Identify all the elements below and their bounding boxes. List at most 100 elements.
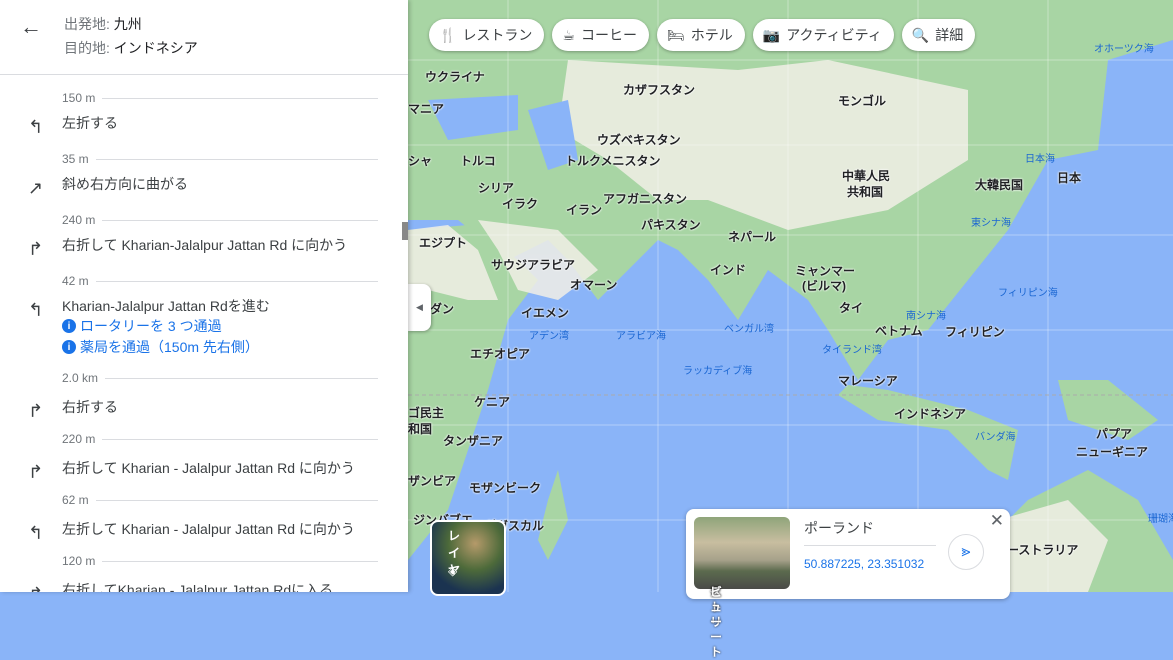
step-distance: 120 m [62, 554, 378, 568]
country-label[interactable]: トルクメニスタン [565, 152, 661, 169]
country-label[interactable]: ニューギニア [1076, 443, 1148, 460]
scrollbar-thumb[interactable] [402, 222, 408, 240]
coffee-icon: ☕ [562, 26, 575, 43]
country-label[interactable]: オマーン [570, 276, 617, 293]
country-label[interactable]: タンザニア [443, 432, 503, 449]
origin-row: 出発地: 九州 [64, 16, 142, 32]
country-label[interactable]: パキスタン [641, 216, 701, 233]
country-label[interactable]: マレーシア [838, 372, 898, 389]
step-instruction[interactable]: 左折して Kharian - Jalalpur Jattan Rd に向かう [62, 519, 355, 539]
chip-label: アクティビティ [786, 27, 882, 43]
directions-header: ← 出発地: 九州 目的地: インドネシア [0, 0, 408, 75]
step-instruction[interactable]: 右折して Kharian - Jalalpur Jattan Rd に向かう [62, 458, 355, 478]
share-icon: ⪢ [961, 543, 971, 560]
info-icon: i [62, 340, 76, 354]
layers-label: レイヤ [448, 529, 461, 577]
turn-left-icon: ↰ [28, 300, 44, 320]
chip-label: 詳細 [935, 27, 964, 43]
divider [804, 545, 936, 546]
country-label[interactable]: アフガニスタン [603, 190, 687, 207]
collapse-panel-button[interactable]: ◀ [408, 284, 431, 331]
country-label[interactable]: モンゴル [838, 92, 886, 109]
map-canvas[interactable]: ウクライナマニア カザフスタンモンゴルウズベキスタントルクメニスタン トルコ シャシリ… [408, 0, 1173, 592]
country-label[interactable]: インド [710, 261, 746, 278]
chip-coffee[interactable]: ☕ コーヒー [552, 19, 649, 51]
sea-label: ラッカディブ海 [683, 366, 753, 377]
country-label[interactable]: 和国 [408, 420, 432, 437]
sea-label: 日本海 [1025, 154, 1055, 165]
step-instruction[interactable]: 左折する [62, 113, 118, 133]
chip-restaurant[interactable]: 🍴 レストラン [429, 19, 545, 51]
country-label[interactable]: カザフスタン [623, 81, 695, 98]
country-label[interactable]: モザンビーク [469, 479, 541, 496]
country-label[interactable]: トルコ [460, 152, 496, 169]
origin-value[interactable]: 九州 [114, 16, 142, 32]
step-instruction[interactable]: 斜め右方向に曲がる [62, 174, 188, 194]
country-label[interactable]: エジプト [419, 234, 467, 251]
country-label[interactable]: マニア [408, 100, 444, 117]
back-arrow-icon[interactable]: ← [20, 14, 42, 40]
chevron-left-icon: ◀ [416, 302, 423, 312]
search-icon: 🔍 [911, 26, 930, 43]
step-distance: 240 m [62, 213, 378, 227]
step-note[interactable]: i ロータリーを 3 つ通過 [62, 316, 222, 336]
location-title: ポーランド [804, 520, 874, 536]
sea-label: 珊瑚海 [1148, 514, 1173, 525]
share-button[interactable]: ⪢ [948, 534, 984, 570]
step-instruction[interactable]: Kharian-Jalalpur Jattan Rdを進む [62, 296, 270, 316]
chip-hotel[interactable]: 🛏 ホテル [657, 19, 745, 51]
chip-label: ホテル [690, 27, 733, 43]
country-label[interactable]: タイ [839, 299, 863, 316]
country-label[interactable]: ウズベキスタン [597, 131, 681, 148]
chip-camera[interactable]: 📷 アクティビティ [752, 19, 894, 51]
country-label[interactable]: サウジアラビア [491, 256, 575, 273]
country-label[interactable]: ウクライナ [425, 68, 485, 85]
sea-label: フィリピン海 [998, 288, 1058, 299]
street-view-thumbnail[interactable]: ↶ ストリート ビュー [694, 517, 790, 659]
country-label[interactable]: イラク [502, 195, 538, 212]
hotel-icon: 🛏 [667, 26, 685, 43]
close-icon[interactable]: ✕ [990, 511, 1004, 531]
country-label[interactable]: 大韓民国 [975, 176, 1023, 193]
country-label[interactable]: 日本 [1057, 169, 1081, 186]
coordinates-link[interactable]: 50.887225, 23.351032 [804, 557, 924, 571]
chip-search[interactable]: 🔍 詳細 [901, 19, 976, 51]
turn-right-icon: ↱ [28, 401, 44, 421]
step-note[interactable]: i 薬局を通過（150m 先右側） [62, 337, 259, 357]
turn-right-icon: ↱ [28, 462, 44, 482]
chip-label: レストラン [462, 27, 533, 43]
step-distance: 42 m [62, 274, 378, 288]
info-icon: i [62, 319, 76, 333]
map-land [408, 0, 1173, 592]
step-note-text: 薬局を通過（150m 先右側） [80, 339, 259, 355]
country-label[interactable]: フィリピン [945, 323, 1005, 340]
country-label[interactable]: イエメン [521, 304, 569, 321]
step-distance: 220 m [62, 432, 378, 446]
country-label[interactable]: ネパール [728, 228, 776, 245]
sea-label: ベンガル湾 [724, 324, 774, 335]
destination-row: 目的地: インドネシア [64, 40, 198, 56]
country-label[interactable]: ゴ民主 [408, 404, 444, 421]
country-label[interactable]: エチオピア [470, 345, 530, 362]
country-label[interactable]: 共和国 [847, 183, 883, 200]
country-label[interactable]: インドネシア [894, 405, 966, 422]
country-label[interactable]: ーストラリア [1007, 541, 1078, 558]
step-distance: 62 m [62, 493, 378, 507]
step-instruction[interactable]: 右折する [62, 397, 118, 417]
step-instruction[interactable]: 右折して Kharian-Jalalpur Jattan Rd に向かう [62, 235, 347, 255]
country-label[interactable]: ケニア [474, 393, 510, 410]
country-label[interactable]: シリア [478, 179, 514, 196]
country-label[interactable]: パプア [1096, 425, 1132, 442]
destination-value[interactable]: インドネシア [114, 40, 198, 56]
country-label[interactable]: ザンビア [408, 472, 456, 489]
country-label[interactable]: ベトナム [875, 322, 923, 339]
step-instruction[interactable]: 右折してKharian - Jalalpur Jattan Rdに入る [62, 580, 333, 592]
country-label[interactable]: イラン [566, 201, 602, 218]
sea-label: タイランド湾 [822, 345, 882, 356]
country-label[interactable]: シャ [408, 152, 432, 169]
turn-right-icon: ↱ [28, 584, 43, 592]
country-label[interactable]: (ビルマ) [802, 277, 846, 294]
sea-label: アラビア海 [616, 331, 666, 342]
country-label[interactable]: 中華人民 [842, 167, 890, 184]
layers-button[interactable]: ◈ レイヤ [430, 520, 506, 596]
